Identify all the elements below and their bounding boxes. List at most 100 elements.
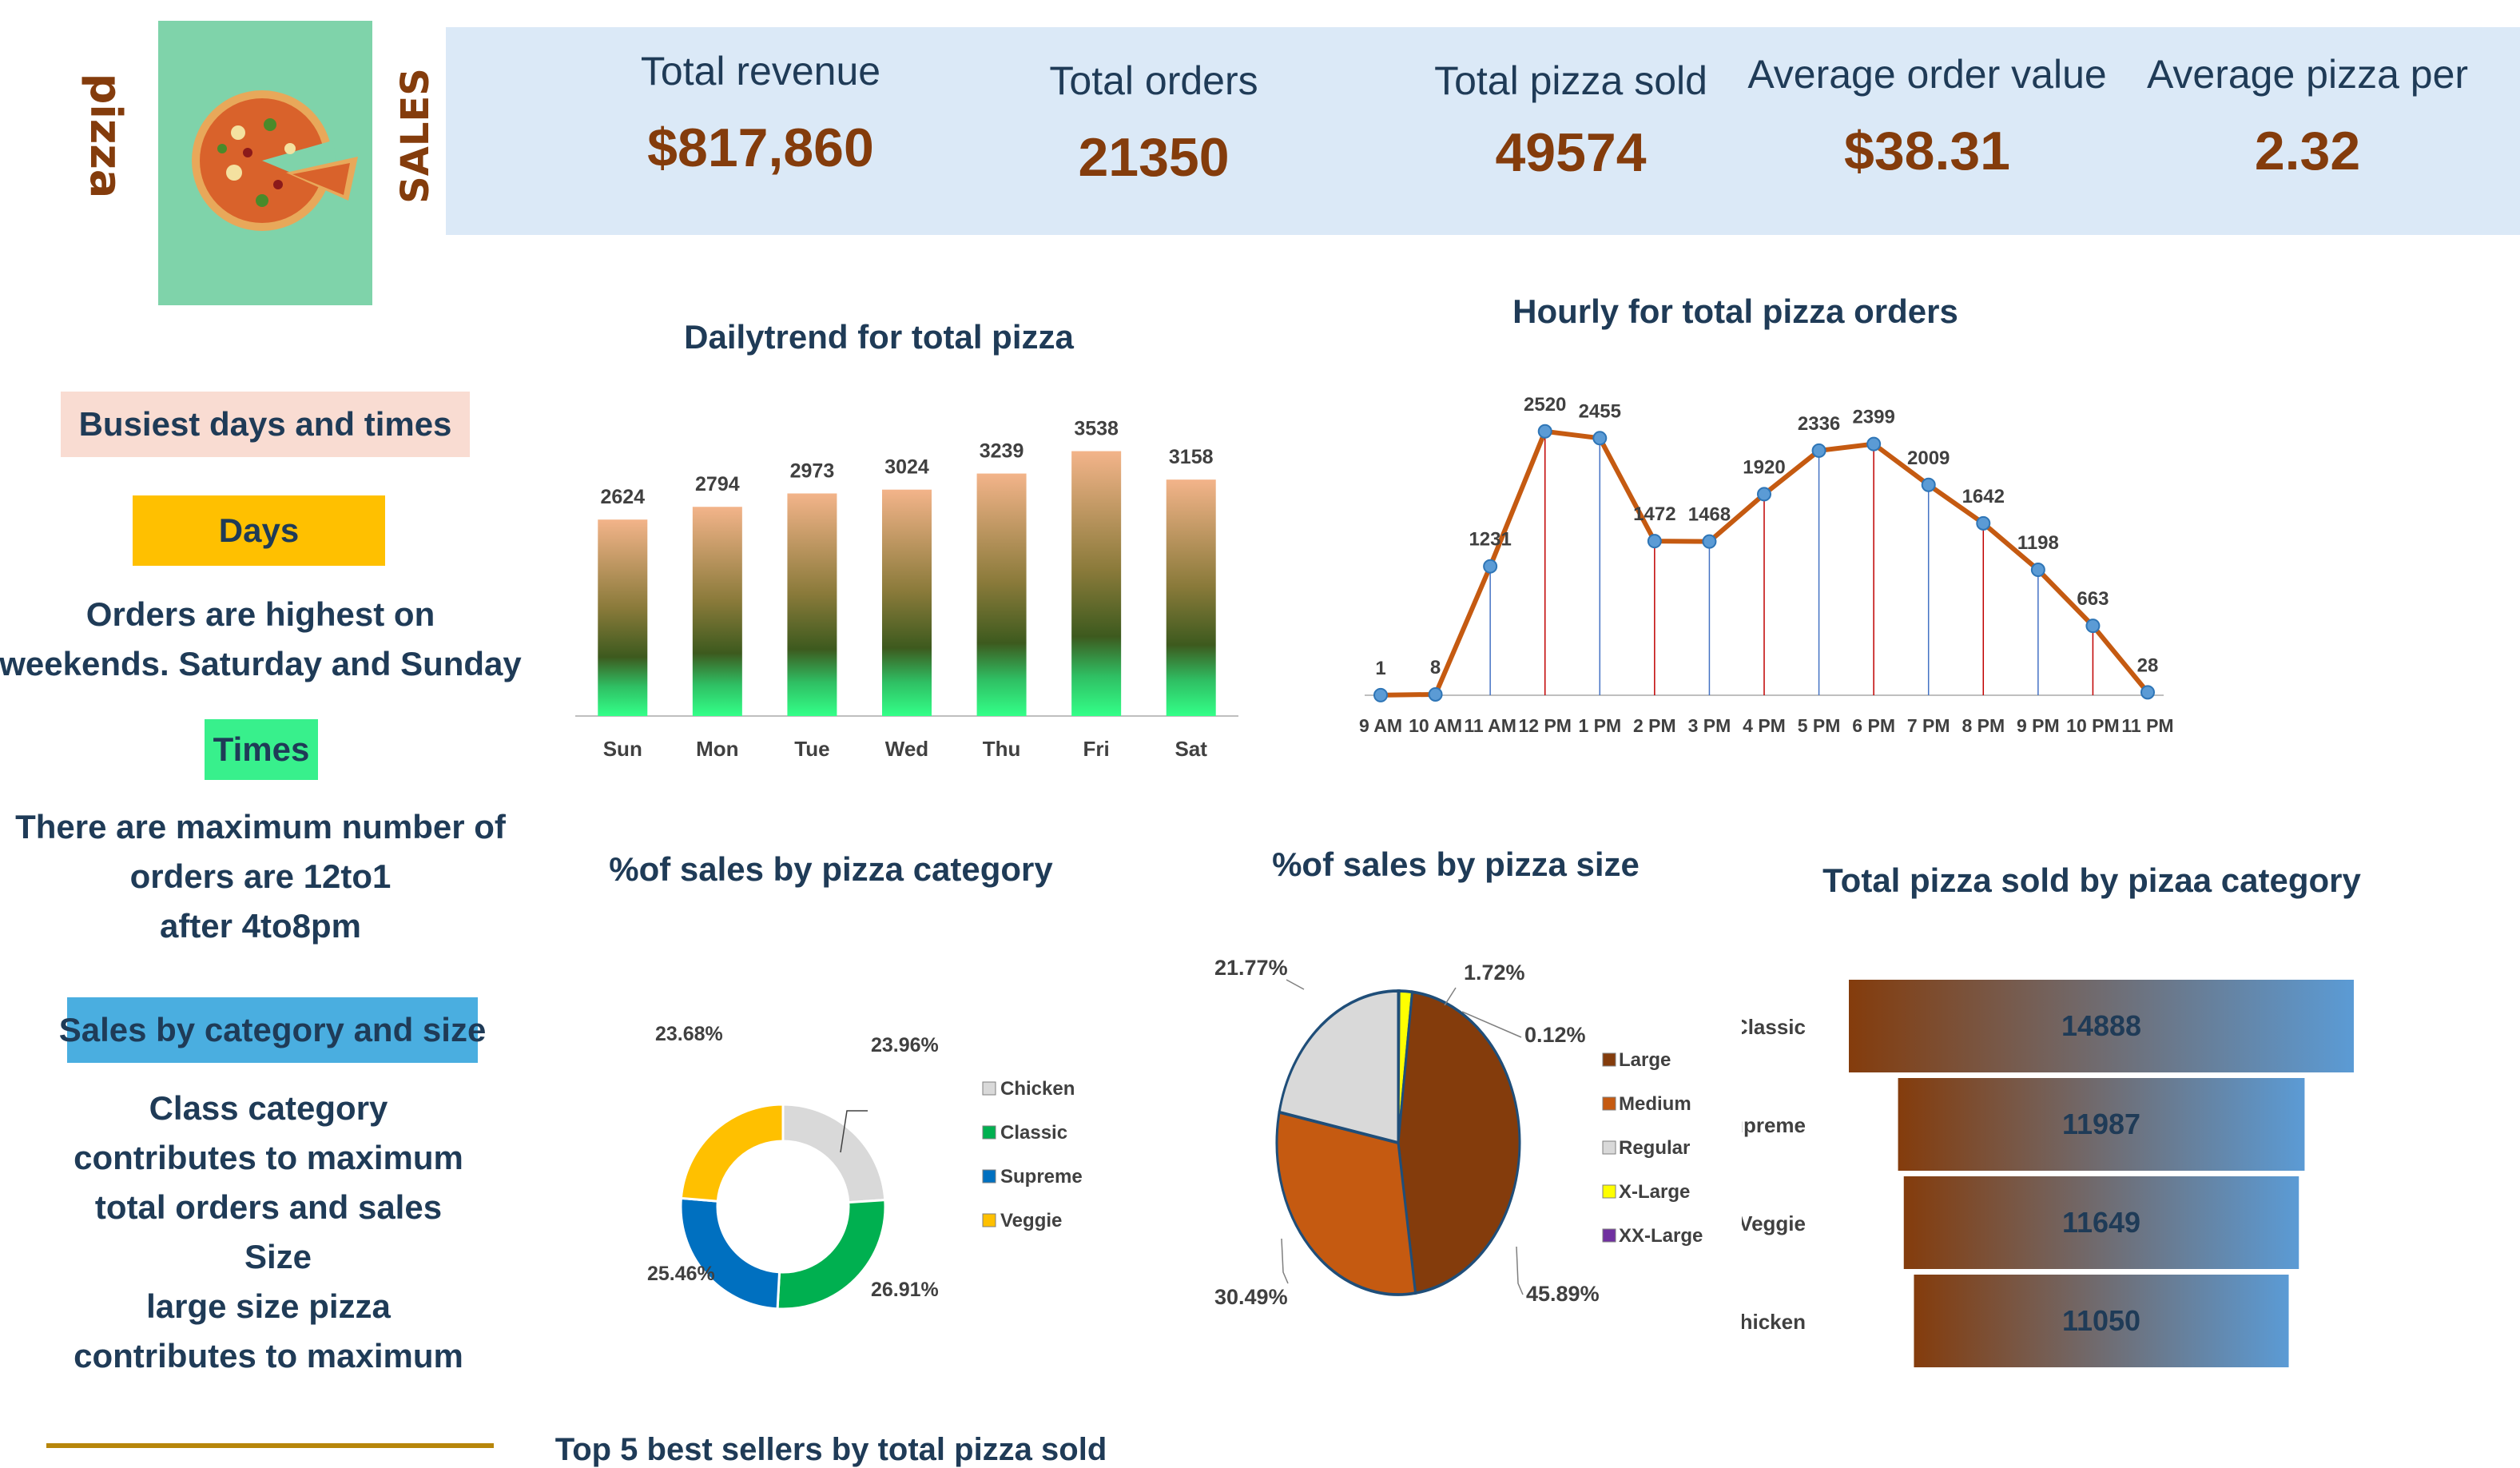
days-text: Orders are highest on weekends. Saturday… [0, 590, 522, 689]
funnel-value-label: 11987 [2062, 1108, 2140, 1140]
x-tick-label: Thu [983, 737, 1021, 761]
x-tick-label: 9 PM [2017, 715, 2060, 736]
kpi-label: Total pizza sold [1434, 58, 1707, 103]
data-label: 1198 [2017, 532, 2059, 554]
kpi-value: 2.32 [2254, 121, 2361, 181]
times-label: Times [205, 719, 318, 780]
category-text-line: contributes to maximum [74, 1139, 463, 1176]
x-tick-label: Fri [1083, 737, 1110, 761]
category-donut-chart: 23.96% 26.91% 25.46% 23.68% Chicken Classic Su… [647, 1023, 1083, 1311]
bar-value-label: 2794 [695, 473, 740, 495]
data-point-12-pm [1537, 424, 1552, 439]
legend-swatch [1602, 1184, 1616, 1199]
bar-sat [1166, 479, 1216, 716]
slice-value-label: 23.68% [655, 1023, 723, 1045]
data-label: 1920 [1743, 456, 1785, 478]
kpi-average-pizza-per: Average pizza per 2.32 [2147, 51, 2468, 182]
category-text-line: large size pizza [146, 1287, 391, 1325]
bar-value-label: 3024 [884, 456, 929, 479]
legend-label: X-Large [1619, 1181, 1690, 1203]
donut-slice-supreme [679, 1196, 781, 1311]
x-tick-label: 2 PM [1633, 715, 1676, 736]
legend-swatch [1602, 1140, 1616, 1155]
legend-label: Classic [1000, 1122, 1067, 1144]
legend-label: XX-Large [1619, 1225, 1703, 1247]
category-funnel-chart: 14888 Classic 11987 Supreme 11649 Veggie 11050… [1742, 980, 2354, 1367]
category-pie-title: %of sales by pizza category [609, 850, 1053, 888]
legend-swatch [982, 1169, 996, 1184]
data-label: 28 [2137, 654, 2159, 676]
size-pie-chart: 45.89% 30.49% 21.77% 1.72% 0.12% Large Medium R… [1214, 956, 1703, 1309]
days-text-line: weekends. Saturday and Sunday [0, 645, 522, 682]
size-pie-title: %of sales by pizza size [1272, 845, 1640, 883]
data-point-11-am [1483, 559, 1498, 574]
x-tick-label: 3 PM [1688, 715, 1731, 736]
kpi-total-revenue: Total revenue $817,860 [641, 48, 880, 179]
category-text-line: total orders and sales [94, 1188, 443, 1226]
pizza-logo [158, 21, 372, 305]
data-label: 2399 [1852, 407, 1894, 428]
times-text: There are maximum number of orders are 1… [15, 802, 506, 951]
legend-label: Regular [1619, 1137, 1690, 1159]
data-point-8-pm [1976, 515, 1991, 531]
data-label: 1468 [1688, 504, 1731, 526]
x-tick-label: Tue [794, 737, 829, 761]
legend-swatch [982, 1125, 996, 1140]
daily-chart-title: Dailytrend for total pizza [684, 318, 1074, 356]
leader-line [1286, 979, 1305, 990]
bar-sun [598, 519, 648, 716]
slice-value-label: 25.46% [647, 1263, 715, 1285]
category-text-line: Size [244, 1238, 312, 1275]
x-tick-label: Wed [885, 737, 928, 761]
data-label: 2336 [1798, 413, 1840, 435]
bottom-divider [46, 1443, 494, 1448]
x-tick-label: 10 PM [2066, 715, 2119, 736]
funnel-value-label: 11649 [2062, 1206, 2140, 1239]
hourly-chart-title: Hourly for total pizza orders [1512, 292, 1958, 330]
slice-value-label: 45.89% [1526, 1282, 1600, 1306]
x-tick-label: 9 AM [1359, 715, 1402, 736]
data-point-5-pm [1811, 443, 1826, 458]
data-point-10-pm [2085, 619, 2101, 634]
legend-label: Supreme [1000, 1166, 1083, 1188]
data-label: 2009 [1907, 448, 1950, 469]
leader-line [1444, 987, 1457, 1006]
kpi-label: Average order value [1747, 52, 2107, 97]
data-label: 2455 [1579, 400, 1621, 422]
brand-pizza-word: pizza [81, 73, 131, 199]
pizza-icon [192, 90, 358, 231]
days-label: Days [133, 495, 385, 566]
data-label: 1 [1375, 658, 1385, 679]
slice-value-label: 23.96% [871, 1034, 939, 1056]
pie-slice-large [1397, 990, 1521, 1295]
days-text-line: Orders are highest on [85, 595, 435, 633]
hourly-line-chart: 1 9 AM 8 10 AM 1231 11 AM 2520 12 PM 2455 1 PM 147… [1359, 394, 2174, 736]
slice-value-label: 30.49% [1214, 1285, 1288, 1309]
slice-value-label: 26.91% [871, 1279, 939, 1301]
donut-slice-classic [776, 1199, 887, 1311]
data-point-4-pm [1757, 487, 1771, 502]
x-tick-label: 1 PM [1578, 715, 1621, 736]
data-label: 1642 [1962, 486, 2005, 507]
times-text-line: There are maximum number of [15, 808, 506, 845]
times-text-line: orders are 12to1 [129, 857, 392, 895]
funnel-category-label: Supreme [1742, 1113, 1806, 1137]
legend-label: Veggie [1000, 1210, 1062, 1231]
bar-value-label: 3239 [980, 440, 1024, 463]
donut-slice-chicken [781, 1103, 887, 1204]
kpi-value: $817,860 [647, 117, 874, 178]
data-point-10-am [1428, 686, 1443, 702]
bar-value-label: 3158 [1169, 446, 1214, 468]
funnel-value-label: 14888 [2061, 1009, 2141, 1042]
kpi-label: Total orders [1049, 58, 1258, 103]
data-point-1-pm [1592, 431, 1608, 446]
category-text-line: contributes to maximum [74, 1337, 463, 1375]
kpi-value: 21350 [1078, 127, 1230, 188]
data-point-2-pm [1647, 534, 1662, 549]
funnel-title: Total pizza sold by pizaa category [1822, 861, 2361, 899]
legend-label: Medium [1619, 1093, 1691, 1115]
x-tick-label: 12 PM [1518, 715, 1571, 736]
data-label: 663 [2077, 588, 2109, 610]
x-tick-label: 8 PM [1962, 715, 2005, 736]
category-size-heading: Sales by category and size [59, 997, 486, 1063]
